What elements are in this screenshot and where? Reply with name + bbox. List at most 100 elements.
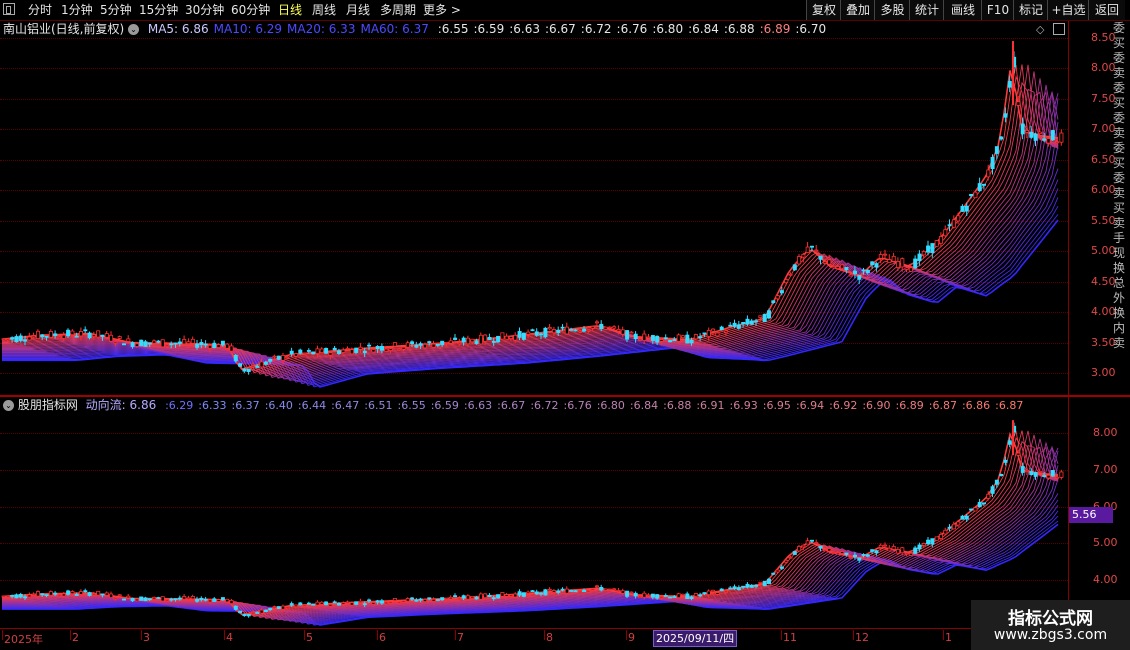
candle	[143, 341, 148, 347]
candle	[1016, 452, 1021, 456]
candle	[792, 551, 797, 555]
candle	[573, 590, 578, 593]
y-tick-label: 5.00	[1091, 244, 1116, 258]
candle	[706, 330, 711, 337]
candle	[207, 599, 212, 603]
candle	[814, 542, 819, 544]
candle	[48, 591, 53, 596]
candle	[61, 334, 66, 339]
toolbar-button-8[interactable]: 返回	[1088, 0, 1125, 20]
candle	[74, 335, 79, 338]
candle	[371, 349, 376, 353]
candle	[418, 343, 423, 346]
ma-ribbon-line	[2, 440, 1059, 617]
candle	[375, 346, 380, 350]
price-tag: 5.56	[1069, 507, 1113, 523]
y-tick-label: 3.00	[1091, 366, 1116, 379]
candle	[461, 595, 466, 599]
candle	[1059, 471, 1064, 478]
candle	[521, 592, 526, 597]
candle	[276, 606, 281, 609]
candle	[599, 323, 604, 330]
x-tick	[544, 630, 545, 640]
candle	[5, 338, 10, 341]
candle	[401, 600, 406, 603]
candle	[517, 331, 522, 338]
ma-ribbon-line	[1, 431, 1059, 616]
candle	[857, 275, 862, 280]
candle	[973, 191, 978, 199]
candle	[848, 274, 853, 277]
candle	[311, 351, 316, 355]
candle	[745, 583, 750, 588]
candle	[427, 597, 432, 600]
candle	[853, 270, 858, 275]
candle	[801, 254, 806, 258]
ma-ribbon-line	[2, 434, 1059, 618]
candle	[947, 224, 952, 227]
candle	[414, 599, 419, 602]
candle	[259, 361, 264, 368]
candle	[908, 267, 913, 272]
candle	[203, 598, 208, 601]
candle	[96, 590, 101, 596]
candle	[990, 157, 995, 170]
candle	[448, 596, 453, 600]
candle	[1033, 472, 1038, 477]
candle	[612, 326, 617, 329]
candle	[104, 592, 109, 596]
candle	[1025, 470, 1030, 472]
candle	[1042, 475, 1047, 477]
candle	[504, 594, 509, 597]
candle	[513, 593, 518, 598]
candle	[414, 344, 419, 348]
candle	[461, 337, 466, 343]
candle	[599, 586, 604, 591]
candle	[715, 592, 720, 595]
candle	[964, 205, 969, 212]
candle	[53, 592, 58, 595]
candle	[878, 254, 883, 259]
candle	[767, 578, 772, 584]
ma-ribbon-line	[1, 75, 1059, 372]
candle	[229, 600, 234, 604]
candle	[220, 597, 225, 601]
x-tick	[141, 630, 142, 640]
x-axis-label: 8	[546, 631, 553, 644]
candle	[238, 363, 243, 367]
candle	[590, 588, 595, 591]
candle	[134, 598, 139, 602]
candle	[109, 334, 114, 342]
y-tick-label: 5.50	[1091, 213, 1116, 227]
candle	[646, 336, 651, 339]
candle	[444, 597, 449, 600]
x-tick	[2, 630, 3, 640]
candle	[715, 332, 720, 337]
x-axis-label: 6	[379, 631, 386, 644]
candle	[1037, 131, 1042, 135]
candle	[874, 550, 879, 554]
candle	[388, 601, 393, 604]
candle	[986, 169, 991, 178]
candle	[104, 333, 109, 338]
candle	[564, 326, 569, 335]
candle	[349, 349, 354, 355]
x-tick	[304, 630, 305, 640]
candle	[431, 598, 436, 602]
candle	[681, 593, 686, 596]
candle	[878, 544, 883, 548]
candle	[1055, 476, 1060, 479]
candle	[934, 536, 939, 541]
candle	[91, 593, 96, 596]
candle	[775, 295, 780, 300]
candle	[586, 590, 591, 593]
candle	[311, 603, 316, 606]
candle	[951, 523, 956, 530]
candle	[435, 599, 440, 601]
candle	[539, 333, 544, 336]
candle	[23, 339, 28, 342]
candle	[939, 533, 944, 539]
candle	[491, 597, 496, 600]
candle	[711, 589, 716, 593]
candlestick-chart[interactable]	[0, 0, 1068, 630]
